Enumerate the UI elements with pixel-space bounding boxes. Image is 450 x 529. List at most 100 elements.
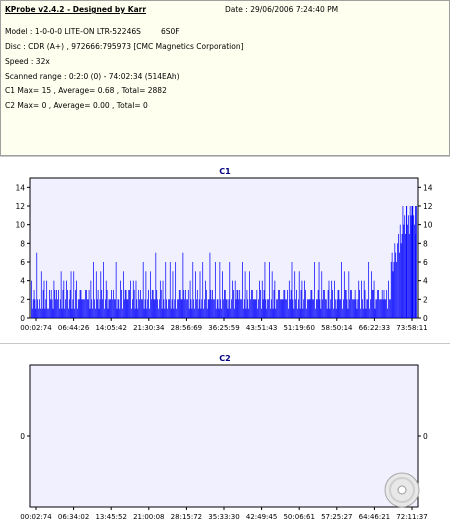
c1-bar bbox=[41, 308, 43, 318]
c1-bar bbox=[251, 290, 253, 318]
c1-bar bbox=[185, 290, 186, 318]
x-tick-label: 36:25:59 bbox=[208, 324, 239, 332]
c1-bar bbox=[343, 299, 344, 318]
info-panel: KProbe v2.4.2 - Designed by Karr Date : … bbox=[0, 0, 450, 156]
c1-bar bbox=[379, 299, 380, 318]
c1-bar bbox=[360, 308, 361, 318]
c1-bar bbox=[232, 280, 233, 318]
c1-bar bbox=[331, 280, 333, 318]
c1-bar bbox=[201, 299, 203, 318]
c1-bar bbox=[319, 299, 321, 318]
c1-bar bbox=[77, 299, 79, 318]
c1-bar bbox=[182, 252, 184, 318]
c1-bar bbox=[161, 308, 163, 318]
c1-bar bbox=[351, 290, 352, 318]
y-tick-label: 6 bbox=[423, 258, 428, 267]
c1-bar bbox=[198, 299, 200, 318]
c1-bar bbox=[347, 308, 349, 318]
c1-bar bbox=[178, 299, 179, 318]
c1-bar bbox=[55, 299, 57, 318]
c1-bar bbox=[364, 290, 366, 318]
c1-bar bbox=[125, 290, 127, 318]
c1-bar bbox=[390, 262, 392, 318]
c1-bar bbox=[39, 299, 40, 318]
c1-bar bbox=[375, 299, 377, 318]
c1-bar bbox=[121, 290, 122, 318]
c1-bar bbox=[298, 271, 300, 318]
c1-bar bbox=[52, 308, 54, 318]
c1-bar bbox=[42, 290, 44, 318]
c1-bar bbox=[218, 308, 220, 318]
x-tick-label: 73:58:11 bbox=[396, 324, 427, 332]
c1-bar bbox=[270, 308, 271, 318]
c1-bar bbox=[385, 299, 387, 318]
c1-bar bbox=[51, 299, 53, 318]
c1-bar bbox=[114, 299, 116, 318]
c1-bar bbox=[60, 271, 62, 318]
x-tick-label: 57:25:27 bbox=[321, 513, 352, 521]
c1-bar bbox=[250, 299, 251, 318]
c1-bar bbox=[183, 290, 185, 318]
c1-bar bbox=[159, 299, 160, 318]
c1-bar bbox=[334, 299, 336, 318]
c1-bar bbox=[74, 308, 76, 318]
c1-bar bbox=[122, 308, 123, 318]
c1-bar bbox=[113, 290, 114, 318]
c1-bar bbox=[44, 308, 46, 318]
c1-bar bbox=[178, 290, 180, 318]
c1-bar bbox=[305, 290, 306, 318]
c1-bar bbox=[260, 290, 261, 318]
c1-bar bbox=[306, 308, 307, 318]
c1-bar bbox=[252, 299, 254, 318]
c1-bar bbox=[168, 299, 169, 318]
c1-bar bbox=[32, 299, 34, 318]
c1-bar bbox=[280, 299, 282, 318]
c1-bar bbox=[33, 290, 35, 318]
drive-model: Model : 1-0-0-0 LITE-ON LTR-52246S bbox=[5, 27, 141, 36]
c1-bar bbox=[50, 290, 52, 318]
c1-bar bbox=[205, 280, 206, 318]
c1-bar bbox=[407, 215, 409, 318]
c1-bar bbox=[62, 290, 64, 318]
c1-bar bbox=[91, 299, 93, 318]
c1-bar bbox=[151, 290, 153, 318]
c1-bar bbox=[361, 299, 363, 318]
c1-bar bbox=[412, 206, 414, 318]
c1-bar bbox=[164, 308, 166, 318]
c1-bar bbox=[238, 299, 240, 318]
c1-bar bbox=[251, 290, 252, 318]
c1-bar bbox=[67, 290, 68, 318]
c1-bar bbox=[108, 299, 110, 318]
c1-bar bbox=[132, 299, 133, 318]
c1-bar bbox=[193, 299, 195, 318]
x-tick-label: 00:02:74 bbox=[20, 324, 52, 332]
c1-bar bbox=[127, 299, 129, 318]
c1-bar bbox=[73, 271, 75, 318]
c1-bar bbox=[303, 299, 305, 318]
c1-bar bbox=[210, 290, 212, 318]
c1-bar bbox=[268, 299, 269, 318]
c1-bar bbox=[63, 280, 65, 318]
c1-bar bbox=[115, 262, 117, 318]
c1-chart-title: C1 bbox=[219, 167, 231, 176]
c1-bar bbox=[136, 299, 138, 318]
c1-bar bbox=[134, 308, 136, 318]
c1-bar bbox=[169, 262, 171, 318]
disc-info: Disc : CDR (A+) , 972666:795973 [CMC Mag… bbox=[5, 42, 244, 51]
c1-bar bbox=[200, 308, 202, 318]
c2-y-ticks-right: 0 bbox=[418, 432, 428, 441]
c1-bar bbox=[172, 271, 174, 318]
c1-bar bbox=[371, 271, 372, 318]
x-tick-label: 28:56:69 bbox=[171, 324, 202, 332]
c1-bar bbox=[354, 290, 356, 318]
c1-bar bbox=[350, 290, 351, 318]
c1-bar bbox=[166, 299, 167, 318]
c1-bar bbox=[393, 262, 395, 318]
c1-bar bbox=[346, 299, 348, 318]
c1-bar bbox=[363, 280, 365, 318]
y-tick-label: 0 bbox=[423, 314, 428, 323]
c1-bar bbox=[57, 299, 58, 318]
c1-bar bbox=[294, 271, 296, 318]
c2-plot-area bbox=[29, 364, 419, 508]
c1-bar bbox=[195, 271, 196, 318]
